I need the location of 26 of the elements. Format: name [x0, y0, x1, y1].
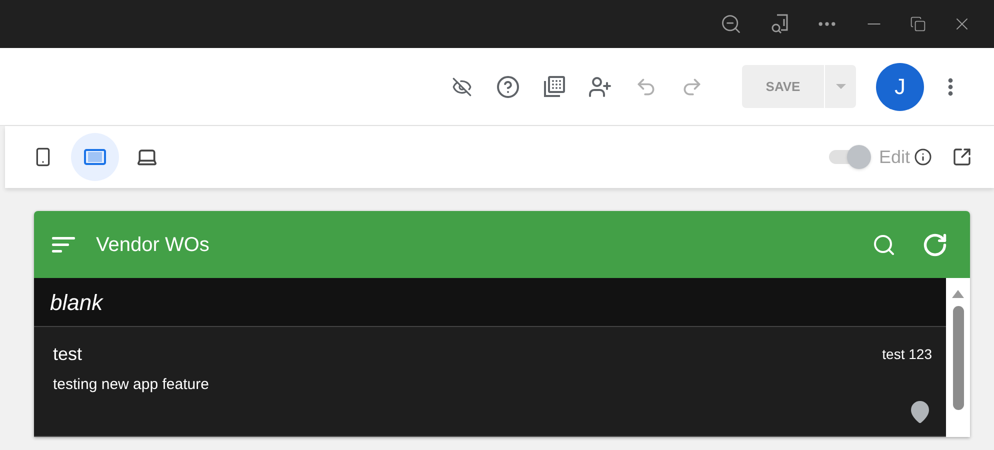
avatar[interactable]: J — [876, 62, 924, 110]
scroll-up-icon[interactable] — [952, 290, 964, 298]
edit-label: Edit — [878, 146, 910, 168]
more-vertical-icon — [948, 78, 952, 96]
app-title: Vendor WOs — [96, 232, 210, 258]
restore-icon[interactable] — [910, 16, 926, 32]
search-icon[interactable] — [872, 232, 896, 256]
refresh-icon[interactable] — [922, 232, 948, 258]
row-tag: test 123 — [882, 344, 932, 365]
scrollbar[interactable] — [946, 278, 970, 437]
row-title: test — [53, 343, 82, 366]
caret-icon — [836, 84, 846, 89]
info-icon[interactable] — [914, 148, 932, 166]
add-person-icon — [588, 74, 612, 98]
device-button[interactable] — [71, 133, 119, 181]
eye-off-icon — [452, 76, 472, 96]
open-external-icon[interactable] — [952, 147, 972, 167]
group-header: blank — [50, 288, 103, 316]
help-icon — [496, 74, 520, 98]
list-row[interactable]: test test 123 testing new app feature — [34, 327, 946, 437]
tablet-icon — [84, 149, 106, 165]
sort-icon[interactable] — [52, 236, 76, 254]
grid-stack-icon — [542, 74, 566, 98]
zoom-out-icon[interactable] — [720, 13, 742, 35]
row-subtitle: testing new app feature — [53, 375, 210, 395]
map-pin-icon[interactable] — [908, 400, 932, 424]
